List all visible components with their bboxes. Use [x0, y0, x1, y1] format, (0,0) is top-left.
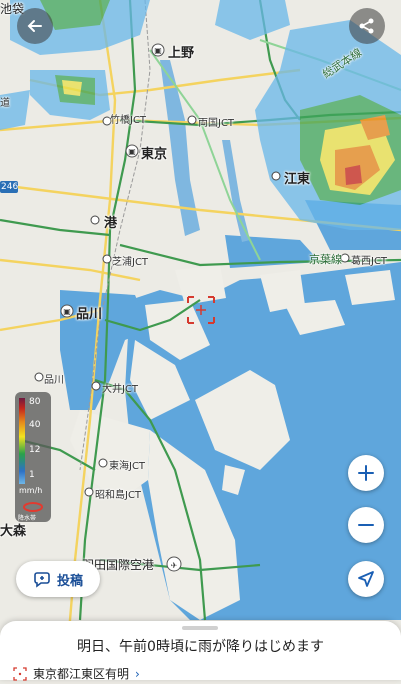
- legend-tick-1: 1: [29, 470, 35, 480]
- map-label-takebashi-jct: 竹橋JCT: [110, 115, 147, 126]
- map-label-ueno: 上野: [168, 46, 195, 61]
- legend-line-label: 降水帯: [18, 515, 37, 522]
- legend-tick-40: 40: [29, 420, 41, 430]
- share-button[interactable]: [349, 8, 385, 44]
- map-label-shinagawa-small: 品川: [44, 375, 64, 386]
- map-label-tokai-jct: 東海JCT: [109, 461, 146, 472]
- navigation-arrow-icon: [358, 571, 374, 587]
- location-text: 東京都江東区有明: [33, 667, 130, 681]
- svg-text:▣: ▣: [63, 307, 71, 316]
- legend-tick-80: 80: [29, 397, 41, 407]
- arrow-left-icon: [27, 20, 42, 32]
- map-label-ryogoku-jct: 両国JCT: [198, 118, 235, 129]
- rain-legend-scale: [19, 398, 25, 484]
- svg-text:✈: ✈: [171, 561, 178, 570]
- rain-legend: 80 40 12 1 mm/h 降水帯: [15, 392, 51, 522]
- sheet-handle[interactable]: [182, 626, 218, 630]
- post-label: 投稿: [56, 573, 83, 589]
- zoom-out-button[interactable]: [348, 507, 384, 543]
- map-label-shinagawa: 品川: [76, 307, 103, 322]
- map-label-oomori: 大森: [0, 524, 27, 539]
- location-row[interactable]: 東京都江東区有明 ›: [13, 665, 140, 682]
- map-label-showajima-jct: 昭和島JCT: [95, 490, 142, 501]
- map-label-shibaura-jct: 芝浦JCT: [112, 257, 149, 268]
- forecast-sheet[interactable]: 明日、午前0時頃に雨が降りはじめます 東京都江東区有明 ›: [0, 621, 401, 682]
- legend-tick-12: 12: [29, 445, 41, 455]
- locate-button[interactable]: [348, 561, 384, 597]
- map-label-minato: 港: [104, 216, 118, 231]
- rain-line-icon: [23, 502, 43, 512]
- map-label-keiyo: 京葉線: [309, 253, 342, 266]
- legend-unit: mm/h: [19, 486, 43, 495]
- plus-icon: [358, 465, 374, 481]
- svg-text:▣: ▣: [128, 147, 136, 156]
- map-label-koto: 江東: [284, 172, 311, 187]
- svg-text:▣: ▣: [154, 46, 162, 55]
- map-label-kasai-jct: 葛西JCT: [351, 256, 388, 267]
- minus-icon: [358, 524, 374, 526]
- zoom-in-button[interactable]: [348, 455, 384, 491]
- map-label-dokyo: 道: [0, 98, 10, 109]
- post-button[interactable]: 投稿: [16, 561, 100, 597]
- share-icon: [359, 18, 374, 34]
- forecast-text: 明日、午前0時頃に雨が降りはじめます: [77, 639, 324, 655]
- chevron-right-icon: ›: [135, 666, 140, 681]
- back-button[interactable]: [17, 8, 53, 44]
- map-label-ooi-jct: 大井JCT: [102, 384, 139, 395]
- map-label-tokyo: 東京: [141, 147, 168, 162]
- route-246-shield: 246: [1, 182, 19, 192]
- post-icon: [34, 572, 50, 588]
- location-target-icon: [13, 666, 27, 681]
